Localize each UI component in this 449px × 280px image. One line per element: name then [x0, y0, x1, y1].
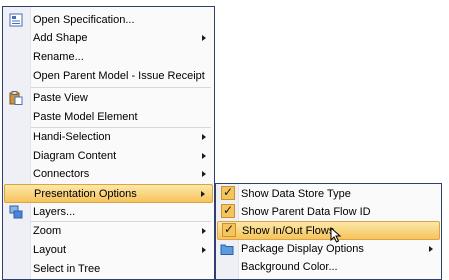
- menu-item-label: Layout: [33, 244, 67, 256]
- menu-item-paste-model-element[interactable]: Paste Model Element: [4, 108, 213, 126]
- menu-item-label: Handi-Selection: [33, 131, 111, 143]
- context-menu: Open Specification... Add Shape Rename..…: [2, 6, 215, 280]
- submenu-arrow-icon: [202, 228, 206, 234]
- submenu-arrow-icon: [202, 153, 206, 159]
- menu-item-label: Paste Model Element: [33, 111, 138, 123]
- menu-item-handi-selection[interactable]: Handi-Selection: [4, 128, 213, 146]
- menu-item-label: Add Shape: [33, 32, 88, 44]
- menu-item-label: Layers...: [33, 206, 76, 218]
- menu-item-label: Diagram Content: [33, 150, 117, 162]
- clipboard-paste-icon: [9, 91, 23, 105]
- submenu-item-package-display-options[interactable]: Package Display Options: [217, 240, 440, 258]
- menu-item-layers[interactable]: Layers...: [4, 203, 213, 221]
- specification-icon: [9, 13, 23, 27]
- menu-item-add-shape[interactable]: Add Shape: [4, 29, 213, 47]
- submenu-arrow-icon: [429, 246, 433, 252]
- menu-item-open-parent-model[interactable]: Open Parent Model - Issue Receipt: [4, 67, 213, 85]
- menu-item-presentation-options[interactable]: Presentation Options: [4, 184, 213, 203]
- submenu-item-show-data-store-type[interactable]: ✓ Show Data Store Type: [217, 185, 440, 203]
- submenu-arrow-icon: [202, 171, 206, 177]
- submenu-arrow-icon: [202, 134, 206, 140]
- menu-item-diagram-content[interactable]: Diagram Content: [4, 147, 213, 165]
- menu-item-open-specification[interactable]: Open Specification...: [4, 11, 213, 29]
- menu-item-zoom[interactable]: Zoom: [4, 222, 213, 240]
- layers-icon: [9, 205, 23, 219]
- menu-item-label: Background Color...: [241, 261, 338, 273]
- checked-checkbox-icon: ✓: [222, 222, 236, 237]
- submenu-item-show-parent-data-flow-id[interactable]: ✓ Show Parent Data Flow ID: [217, 203, 440, 221]
- checked-checkbox-icon: ✓: [221, 203, 235, 218]
- menu-item-label: Show Data Store Type: [241, 188, 351, 200]
- menu-item-layout[interactable]: Layout: [4, 241, 213, 259]
- menu-item-rename[interactable]: Rename...: [4, 48, 213, 66]
- menu-item-connectors[interactable]: Connectors: [4, 165, 213, 183]
- menu-item-label: Zoom: [33, 225, 62, 237]
- menu-item-label: Package Display Options: [241, 243, 364, 255]
- menu-item-label: Show In/Out Flows: [242, 225, 335, 237]
- folder-icon: [220, 244, 234, 255]
- submenu-arrow-icon: [202, 247, 206, 253]
- menu-item-label: Open Specification...: [33, 14, 135, 26]
- submenu-item-show-in-out-flows[interactable]: ✓ Show In/Out Flows: [217, 221, 440, 243]
- submenu-arrow-icon: [202, 35, 206, 41]
- presentation-options-submenu: ✓ Show Data Store Type ✓ Show Parent Dat…: [215, 183, 442, 280]
- menu-item-select-in-tree[interactable]: Select in Tree: [4, 260, 213, 278]
- menu-item-label: Open Parent Model - Issue Receipt: [33, 70, 205, 82]
- menu-item-label: Presentation Options: [34, 188, 137, 200]
- menu-item-label: Rename...: [33, 51, 84, 63]
- menu-item-label: Show Parent Data Flow ID: [241, 206, 371, 218]
- menu-item-label: Paste View: [33, 92, 88, 104]
- menu-item-paste-view[interactable]: Paste View: [4, 89, 213, 107]
- submenu-arrow-icon: [201, 191, 205, 197]
- submenu-item-background-color[interactable]: Background Color...: [217, 258, 440, 276]
- menu-item-label: Connectors: [33, 168, 90, 180]
- menu-item-label: Select in Tree: [33, 263, 101, 275]
- checked-checkbox-icon: ✓: [221, 185, 235, 200]
- menu-separator: [31, 87, 211, 88]
